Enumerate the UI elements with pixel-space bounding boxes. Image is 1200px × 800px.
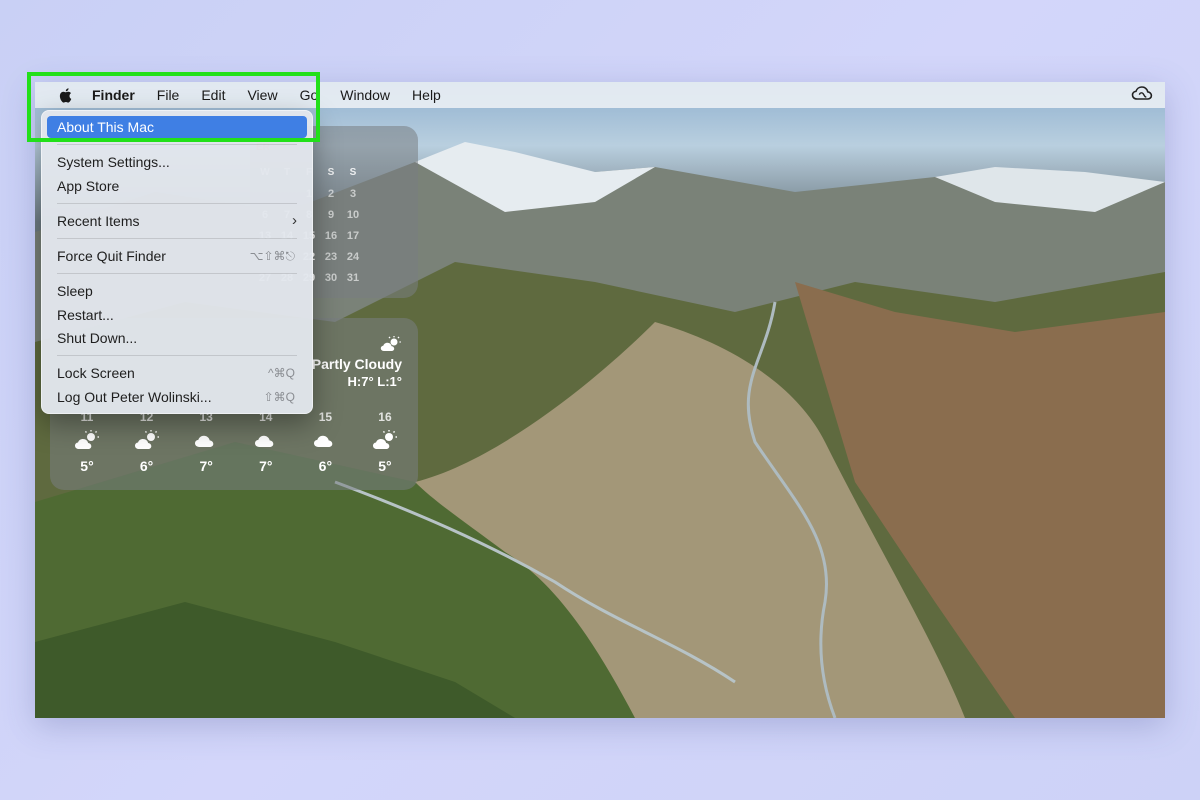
menu-window[interactable]: Window (329, 82, 401, 108)
weekday: S (349, 167, 357, 178)
forecast-day: 11 5° (62, 410, 112, 474)
menu-separator (57, 273, 297, 274)
menu-item-label: Force Quit Finder (57, 248, 166, 264)
forecast-day: 16 5° (360, 410, 410, 474)
forecast-temp: 5° (378, 458, 392, 474)
partly-sunny-icon (360, 426, 410, 454)
menu-item-label: Shut Down... (57, 330, 138, 346)
weekday: S (327, 167, 335, 178)
calendar-day: 30 (324, 271, 338, 284)
forecast-temp: 7° (199, 458, 213, 474)
partly-sunny-icon (62, 426, 112, 454)
weather-condition: Partly Cloudy (311, 356, 402, 372)
calendar-day: 16 (324, 229, 338, 242)
calendar-day: 31 (346, 271, 360, 284)
forecast-temp: 5° (80, 458, 94, 474)
menu-item-shut-down[interactable]: Shut Down... (47, 327, 307, 349)
weather-forecast: 11 5° 12 6° 13 7° 14 7° 15 6° 16 5° (62, 410, 410, 474)
menu-item-force-quit[interactable]: Force Quit Finder ⌥⇧⌘⎋ (47, 245, 307, 267)
menu-item-restart[interactable]: Restart... (47, 304, 307, 326)
menu-item-label: App Store (57, 178, 120, 194)
forecast-day: 15 6° (300, 410, 350, 474)
forecast-temp: 6° (139, 458, 154, 474)
forecast-day: 14 7° (241, 410, 291, 474)
annotation-highlight-box (27, 72, 320, 142)
forecast-date: 16 (378, 410, 392, 424)
forecast-day: 12 6° (122, 410, 172, 474)
menu-separator (57, 238, 297, 239)
cloud-icon (241, 426, 291, 454)
menu-item-app-store[interactable]: App Store (47, 175, 307, 197)
menu-help[interactable]: Help (401, 82, 452, 108)
menu-item-label: Restart... (57, 307, 114, 323)
forecast-temp: 7° (259, 458, 273, 474)
menu-item-log-out[interactable]: Log Out Peter Wolinski... ⇧⌘Q (47, 386, 307, 408)
calendar-day: 9 (327, 208, 335, 221)
calendar-day: 24 (346, 250, 360, 263)
calendar-day: 23 (324, 250, 338, 263)
calendar-day: 2 (327, 187, 335, 200)
chevron-right-icon: › (292, 212, 297, 229)
menu-separator (57, 144, 297, 145)
menu-item-lock-screen[interactable]: Lock Screen ^⌘Q (47, 362, 307, 384)
menu-item-system-settings[interactable]: System Settings... (47, 151, 307, 173)
calendar-day: 3 (349, 187, 357, 200)
calendar-day: 10 (346, 208, 360, 221)
menu-item-shortcut: ⇧⌘Q (263, 390, 295, 404)
apple-menu-dropdown: About This Mac System Settings... App St… (41, 110, 313, 414)
menu-item-label: Recent Items (57, 213, 140, 229)
cloud-icon (300, 426, 350, 454)
menu-separator (57, 355, 297, 356)
forecast-day: 13 7° (181, 410, 231, 474)
menu-item-sleep[interactable]: Sleep (47, 280, 307, 302)
calendar-day: 17 (346, 229, 360, 242)
menu-item-shortcut: ^⌘Q (268, 366, 295, 380)
creative-cloud-icon[interactable] (1131, 85, 1153, 106)
menu-item-label: System Settings... (57, 154, 170, 170)
weather-high-low: H:7° L:1° (347, 374, 402, 389)
menu-item-shortcut: ⌥⇧⌘⎋ (249, 249, 295, 263)
menu-item-label: Lock Screen (57, 365, 135, 381)
menu-item-label: Sleep (57, 283, 93, 299)
partly-sunny-icon (122, 426, 172, 454)
cloud-icon (181, 426, 231, 454)
menu-item-recent-items[interactable]: Recent Items › (47, 210, 307, 232)
menu-separator (57, 203, 297, 204)
forecast-temp: 6° (318, 458, 333, 474)
menu-item-label: Log Out Peter Wolinski... (57, 389, 212, 405)
mac-screen: Finder File Edit View Go Window Help ER … (35, 82, 1165, 718)
partly-sunny-icon (380, 336, 402, 357)
